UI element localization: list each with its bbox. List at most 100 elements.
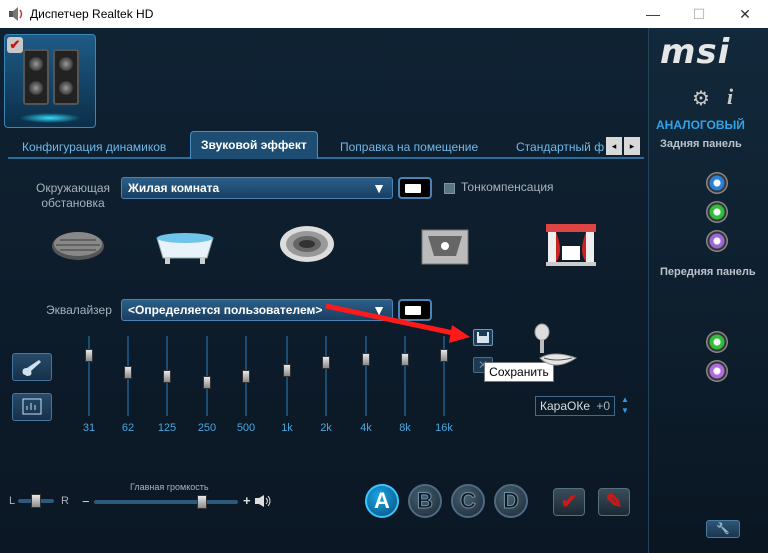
eq-thumb-500[interactable] xyxy=(242,369,250,383)
window-title: Диспетчер Realtek HD xyxy=(30,7,154,21)
equalizer-toggle[interactable] xyxy=(398,299,432,321)
graphic-eq-button[interactable] xyxy=(12,393,52,421)
equalizer-selected: <Определяется пользователем> xyxy=(128,303,323,317)
eq-track-31[interactable] xyxy=(88,336,90,416)
eq-frequency-label: 250 xyxy=(197,422,217,434)
tab-bar: Конфигурация динамиков Звуковой эффект П… xyxy=(8,129,644,159)
eq-track-16k[interactable] xyxy=(443,336,445,416)
equalizer-grid-icon xyxy=(22,398,42,415)
eq-thumb-16k[interactable] xyxy=(440,349,448,363)
eq-thumb-8k[interactable] xyxy=(401,352,409,366)
eq-frequency-label: 16k xyxy=(435,422,453,434)
realtek-speaker-icon xyxy=(8,6,24,22)
eq-track-2k[interactable] xyxy=(325,336,327,416)
eq-frequency-label: 1k xyxy=(281,422,293,434)
eq-thumb-2k[interactable] xyxy=(322,356,330,370)
main-volume-slider[interactable] xyxy=(94,495,238,509)
balance-right-label: R xyxy=(61,495,69,507)
karaoke-down-icon[interactable]: ▼ xyxy=(620,406,630,415)
analog-label: АНАЛОГОВЫЙ xyxy=(656,118,745,132)
eq-frequency-label: 125 xyxy=(157,422,177,434)
rear-audio-jack-icon[interactable] xyxy=(706,230,728,252)
bathtub-icon[interactable] xyxy=(153,222,217,266)
tab-room-correction[interactable]: Поправка на помещение xyxy=(340,135,478,159)
eq-frequency-label: 4k xyxy=(360,422,372,434)
tab-standard-format[interactable]: Стандартный ф xyxy=(516,135,606,159)
eq-frequency-label: 2k xyxy=(320,422,332,434)
environment-dropdown[interactable]: Жилая комната ▼ xyxy=(121,177,393,199)
tab-scroll-left-button[interactable]: ◂ xyxy=(606,137,622,155)
apply-check-icon[interactable]: ✔ xyxy=(553,488,585,516)
info-icon[interactable]: i xyxy=(727,84,733,110)
karaoke-microphone-icon[interactable] xyxy=(526,322,582,378)
loudness-label: Тонкомпенсация xyxy=(461,180,554,194)
minimize-button[interactable]: — xyxy=(630,0,676,28)
msi-logo: msi xyxy=(660,32,731,72)
dropdown-arrow-icon: ▼ xyxy=(372,302,386,318)
karaoke-field[interactable]: КараОКе +0 xyxy=(535,396,615,416)
speakers-device-tile[interactable]: ✔ xyxy=(4,34,96,128)
gear-icon[interactable]: ⚙ xyxy=(692,86,710,111)
eq-frequency-label: 8k xyxy=(399,422,411,434)
eq-track-8k[interactable] xyxy=(404,336,406,416)
rear-panel-label: Задняя панель xyxy=(660,138,742,150)
profile-a-button[interactable]: A xyxy=(365,484,399,518)
main-volume-caption: Главная громкость xyxy=(130,482,209,492)
volume-minus[interactable]: − xyxy=(82,494,90,509)
eq-frequency-label: 500 xyxy=(236,422,256,434)
stage-icon[interactable] xyxy=(544,222,598,268)
eq-thumb-31[interactable] xyxy=(85,349,93,363)
colosseum-icon[interactable] xyxy=(278,220,336,266)
equalizer-label: Эквалайзер xyxy=(46,303,112,317)
profile-c-button[interactable]: C xyxy=(451,484,485,518)
tab-sound-effect[interactable]: Звуковой эффект xyxy=(190,131,318,159)
sewer-icon[interactable] xyxy=(50,228,106,264)
volume-plus[interactable]: + xyxy=(243,493,251,508)
guitar-preset-button[interactable] xyxy=(12,353,52,381)
environment-selected: Жилая комната xyxy=(128,181,220,195)
eq-thumb-4k[interactable] xyxy=(362,352,370,366)
balance-knob[interactable] xyxy=(31,494,41,508)
profile-b-button[interactable]: B xyxy=(408,484,442,518)
eq-thumb-62[interactable] xyxy=(124,366,132,380)
eq-frequency-label: 31 xyxy=(82,422,96,434)
balance-left-label: L xyxy=(9,495,16,507)
rear-audio-jack-icon[interactable] xyxy=(706,201,728,223)
wrench-settings-button[interactable]: 🔧 xyxy=(706,520,740,538)
maximize-button[interactable]: ☐ xyxy=(676,0,722,28)
close-button[interactable]: ✕ xyxy=(722,0,768,28)
eq-frequency-label: 62 xyxy=(121,422,135,434)
left-speaker-icon xyxy=(23,49,49,105)
title-bar: Диспетчер Realtek HD — ☐ ✕ xyxy=(0,0,768,28)
eq-thumb-1k[interactable] xyxy=(283,364,291,378)
karaoke-label: КараОКе xyxy=(540,399,591,413)
device-glow xyxy=(19,113,81,123)
eq-track-4k[interactable] xyxy=(365,336,367,416)
profile-d-button[interactable]: D xyxy=(494,484,528,518)
main-volume-knob[interactable] xyxy=(197,495,207,509)
tab-speaker-config[interactable]: Конфигурация динамиков xyxy=(22,135,166,159)
front-audio-jack-icon[interactable] xyxy=(706,331,728,353)
environment-label: Окружающая обстановка xyxy=(35,181,110,210)
rear-audio-jack-icon[interactable] xyxy=(706,172,728,194)
guitar-icon xyxy=(22,360,41,376)
environment-toggle[interactable] xyxy=(398,177,432,199)
save-preset-button[interactable] xyxy=(473,329,493,346)
tab-scroll-right-button[interactable]: ▸ xyxy=(624,137,640,155)
karaoke-up-icon[interactable]: ▲ xyxy=(620,395,630,404)
equalizer-dropdown[interactable]: <Определяется пользователем> ▼ xyxy=(121,299,393,321)
eq-thumb-125[interactable] xyxy=(163,369,171,383)
main-panel xyxy=(0,28,648,553)
eq-thumb-250[interactable] xyxy=(203,376,211,390)
default-device-check-icon: ✔ xyxy=(7,37,23,53)
speaker-volume-icon[interactable] xyxy=(254,494,274,508)
balance-slider[interactable] xyxy=(18,494,54,508)
karaoke-value: +0 xyxy=(596,399,610,413)
loudness-checkbox[interactable] xyxy=(444,183,455,194)
edit-check-icon[interactable]: ✎ xyxy=(598,488,630,516)
save-disk-icon xyxy=(477,332,489,343)
front-panel-label: Передняя панель xyxy=(660,266,756,278)
dropdown-arrow-icon: ▼ xyxy=(372,180,386,196)
box-room-icon[interactable] xyxy=(420,226,470,268)
front-audio-jack-icon[interactable] xyxy=(706,360,728,382)
